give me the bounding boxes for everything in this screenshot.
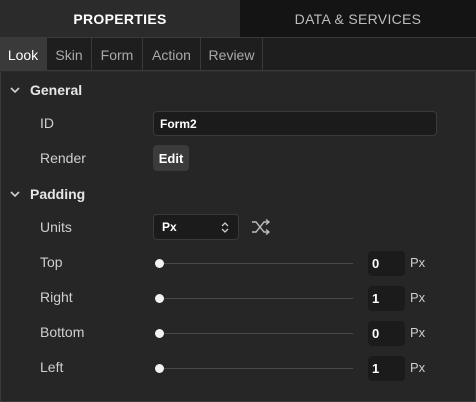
padding-left-input[interactable]: 1 — [368, 356, 405, 381]
padding-right-input[interactable]: 1 — [368, 286, 405, 311]
slider-track — [155, 333, 353, 334]
subtab-action[interactable]: Action — [143, 38, 201, 71]
section-header-general[interactable]: General — [0, 79, 476, 101]
select-updown-icon — [221, 222, 229, 233]
label-render: Render — [40, 150, 86, 166]
units-select-value: Px — [162, 220, 177, 234]
label-units: Units — [40, 219, 72, 235]
slider-track — [155, 298, 353, 299]
label-padding-right: Right — [40, 289, 73, 305]
label-id: ID — [40, 115, 54, 131]
render-edit-button[interactable]: Edit — [153, 145, 189, 171]
section-title-general: General — [30, 82, 83, 98]
padding-bottom-input[interactable]: 0 — [368, 321, 405, 346]
padding-top-unit: Px — [410, 255, 426, 270]
padding-left-unit: Px — [410, 360, 426, 375]
chevron-down-icon — [10, 191, 20, 198]
slider-track — [155, 368, 353, 369]
padding-right-unit: Px — [410, 290, 426, 305]
slider-thumb[interactable] — [155, 329, 164, 338]
padding-top-input[interactable]: 0 — [368, 251, 405, 276]
padding-top-slider[interactable] — [155, 259, 353, 269]
slider-track — [155, 263, 353, 264]
sub-tab-bar: Look Skin Form Action Review — [0, 37, 476, 71]
subtab-skin[interactable]: Skin — [47, 38, 92, 71]
padding-right-slider[interactable] — [155, 294, 353, 304]
subtab-review[interactable]: Review — [201, 38, 263, 71]
padding-left-slider[interactable] — [155, 364, 353, 374]
label-padding-top: Top — [40, 254, 63, 270]
padding-bottom-unit: Px — [410, 325, 426, 340]
tab-data-and-services[interactable]: DATA & SERVICES — [240, 0, 476, 37]
subtab-form[interactable]: Form — [92, 38, 143, 71]
shuffle-icon[interactable] — [251, 218, 271, 236]
label-padding-left: Left — [40, 359, 64, 375]
section-title-padding: Padding — [30, 186, 86, 202]
slider-thumb[interactable] — [155, 294, 164, 303]
units-select[interactable]: Px — [153, 214, 239, 240]
label-padding-bottom: Bottom — [40, 324, 85, 340]
top-tab-bar: PROPERTIES DATA & SERVICES — [0, 0, 476, 37]
chevron-down-icon — [10, 87, 20, 94]
slider-thumb[interactable] — [155, 364, 164, 373]
slider-thumb[interactable] — [155, 259, 164, 268]
tab-properties[interactable]: PROPERTIES — [0, 0, 240, 37]
section-header-padding[interactable]: Padding — [0, 183, 476, 205]
subtab-look[interactable]: Look — [0, 38, 47, 71]
id-input[interactable]: Form2 — [153, 111, 437, 136]
padding-bottom-slider[interactable] — [155, 329, 353, 339]
